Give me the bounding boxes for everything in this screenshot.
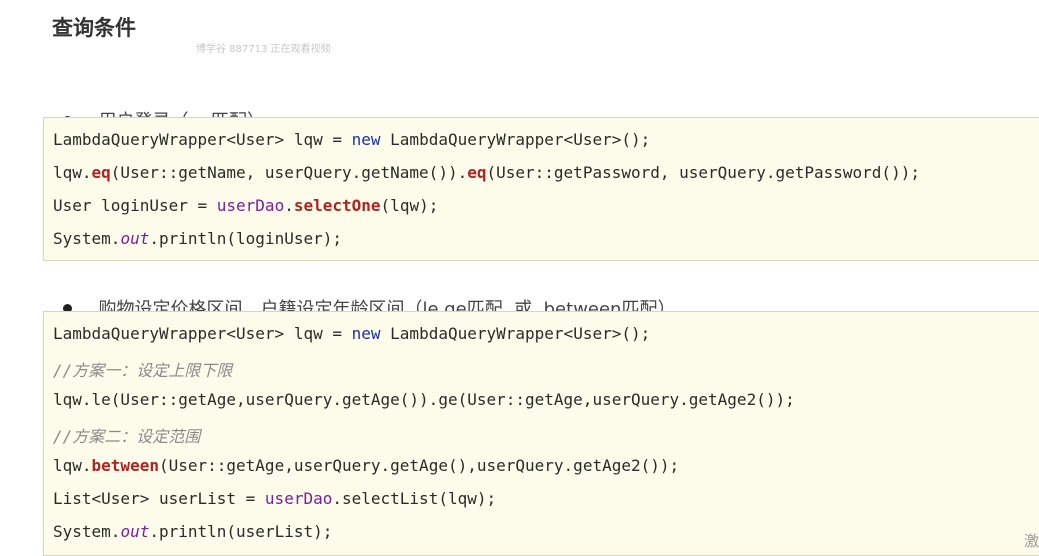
code-token: .selectList(lqw); [332,489,497,508]
code-token: LambdaQueryWrapper<User>(); [380,130,651,149]
code-token: eq [91,163,111,182]
code-token: lqw.le(User::getAge,userQuery.getAge()).… [53,390,795,409]
code-token: (User::getAge,userQuery.getAge(),userQue… [158,456,680,475]
code-token: new [351,130,381,149]
code-line: lqw.between(User::getAge,userQuery.getAg… [53,456,679,475]
code-token: lqw. [53,163,92,182]
code-token: LambdaQueryWrapper<User> lqw = [53,324,352,343]
code-line: User loginUser = userDao.selectOne(lqw); [53,196,438,215]
code-token: .println(userList); [149,522,333,541]
code-line: LambdaQueryWrapper<User> lqw = new Lambd… [53,130,650,149]
corner-glyph: 激 [1023,532,1039,550]
code-token: LambdaQueryWrapper<User> lqw = [53,130,352,149]
code-line: System.out.println(userList); [53,522,332,541]
code-token: out [120,522,150,541]
code-token: lqw. [53,456,92,475]
code-block-range[interactable]: LambdaQueryWrapper<User> lqw = new Lambd… [43,311,1039,556]
code-line: //方案一：设定上限下限 [53,357,232,381]
code-token: .println(loginUser); [149,229,342,248]
code-token: eq [467,163,487,182]
code-token: . [284,196,294,215]
code-token: System. [53,522,121,541]
code-token: System. [53,229,121,248]
page-title: 查询条件 [52,16,136,40]
code-token: userDao [264,489,333,508]
code-token: //方案一：设定上限下限 [53,361,233,380]
code-token: LambdaQueryWrapper<User>(); [380,324,651,343]
code-token: List<User> userList = [53,489,265,508]
code-line: System.out.println(loginUser); [53,229,342,248]
code-token: out [120,229,150,248]
code-line: List<User> userList = userDao.selectList… [53,489,496,508]
code-token: selectOne [293,196,381,215]
watermark: 博学谷 887713 正在观看视频 [196,44,331,55]
code-token: User loginUser = [53,196,217,215]
code-line: LambdaQueryWrapper<User> lqw = new Lambd… [53,324,650,343]
code-line: lqw.le(User::getAge,userQuery.getAge()).… [53,390,795,409]
code-token: (User::getName, userQuery.getName()). [110,163,468,182]
code-token: (User::getPassword, userQuery.getPasswor… [486,163,920,182]
code-line: lqw.eq(User::getName, userQuery.getName(… [53,163,920,182]
code-token: new [351,324,381,343]
code-token: //方案二：设定范围 [53,427,201,446]
code-token: userDao [216,196,285,215]
code-line: //方案二：设定范围 [53,423,200,447]
code-token: between [91,456,159,475]
code-block-eq[interactable]: LambdaQueryWrapper<User> lqw = new Lambd… [43,117,1039,261]
code-token: (lqw); [380,196,439,215]
